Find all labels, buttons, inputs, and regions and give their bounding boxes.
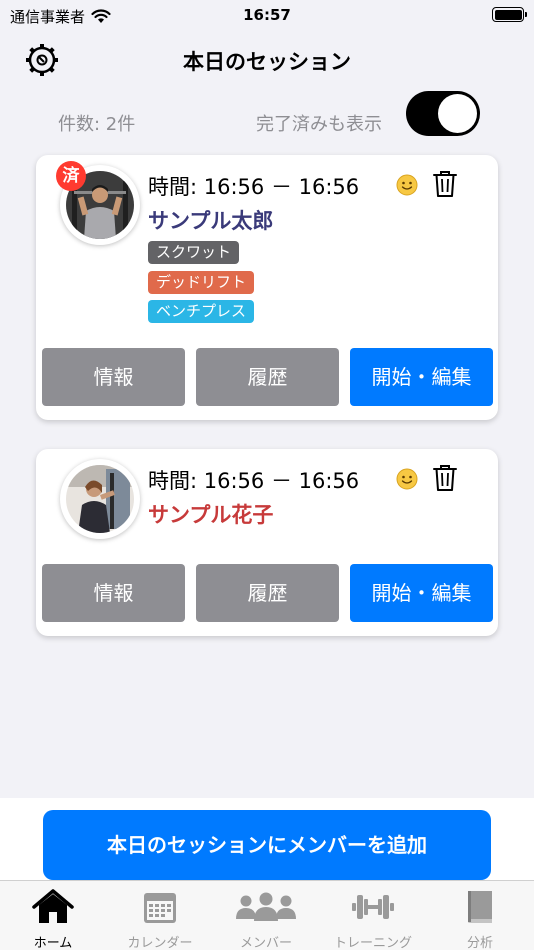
tab-label: ホーム [33, 936, 73, 950]
start-edit-button[interactable]: 開始・編集 [350, 564, 493, 622]
tab-label: メンバー [239, 936, 292, 950]
home-icon [32, 889, 74, 923]
history-button[interactable]: 履歴 [196, 564, 339, 622]
start-edit-button[interactable]: 開始・編集 [350, 348, 493, 406]
member-name: サンプル花子 [148, 503, 274, 527]
exercise-tag: デッドリフト [148, 271, 255, 294]
status-bar: 通信事業者 16:57 [0, 0, 534, 30]
tab-calendar[interactable]: カレンダー [107, 881, 213, 950]
info-button[interactable]: 情報 [42, 564, 185, 622]
completed-badge: 済 [56, 161, 86, 191]
add-member-to-session-button[interactable]: 本日のセッションにメンバーを追加 [43, 810, 491, 880]
session-card: 時間: 16:56 － 16:56 サンプル花子 情報 履歴 開始・編集 [36, 449, 498, 636]
avatar [60, 459, 140, 539]
session-time: 時間: 16:56 － 16:56 [148, 469, 360, 493]
session-card: 済 時間: 16:56 － 16:56 サンプル太郎 スクワット デッドリフト … [36, 155, 498, 420]
book-icon [468, 891, 492, 923]
trash-icon[interactable] [433, 170, 457, 198]
toggle-knob [438, 94, 477, 133]
history-button[interactable]: 履歴 [196, 348, 339, 406]
tab-training[interactable]: トレーニング [320, 881, 426, 950]
info-button[interactable]: 情報 [42, 348, 185, 406]
exercise-tag: スクワット [148, 241, 240, 264]
tab-members[interactable]: メンバー [213, 881, 319, 950]
calendar-icon [144, 893, 176, 923]
trash-icon[interactable] [433, 464, 457, 492]
exercise-tag: ベンチプレス [148, 300, 255, 323]
tab-home[interactable]: ホーム [0, 881, 106, 950]
tab-label: カレンダー [127, 936, 193, 950]
bottom-action-area: 本日のセッションにメンバーを追加 [0, 798, 534, 880]
member-name: サンプル太郎 [148, 209, 274, 233]
battery-icon [492, 7, 527, 22]
show-completed-label: 完了済みも表示 [256, 114, 382, 135]
page-title: 本日のセッション [183, 50, 351, 74]
tab-analysis[interactable]: 分析 [427, 881, 533, 950]
smile-face-icon[interactable] [396, 174, 418, 196]
show-completed-toggle[interactable] [406, 91, 480, 136]
tab-label: 分析 [466, 936, 493, 950]
tab-label: トレーニング [333, 936, 412, 950]
members-icon [236, 892, 296, 921]
dumbbell-icon [352, 895, 394, 919]
tab-bar: ホーム カレンダー メンバー トレーニング 分析 [0, 880, 534, 950]
member-photo [66, 465, 134, 533]
session-count: 件数: 2件 [58, 114, 136, 135]
status-time: 16:57 [243, 6, 291, 24]
session-time: 時間: 16:56 － 16:56 [148, 175, 360, 199]
smile-face-icon[interactable] [396, 468, 418, 490]
